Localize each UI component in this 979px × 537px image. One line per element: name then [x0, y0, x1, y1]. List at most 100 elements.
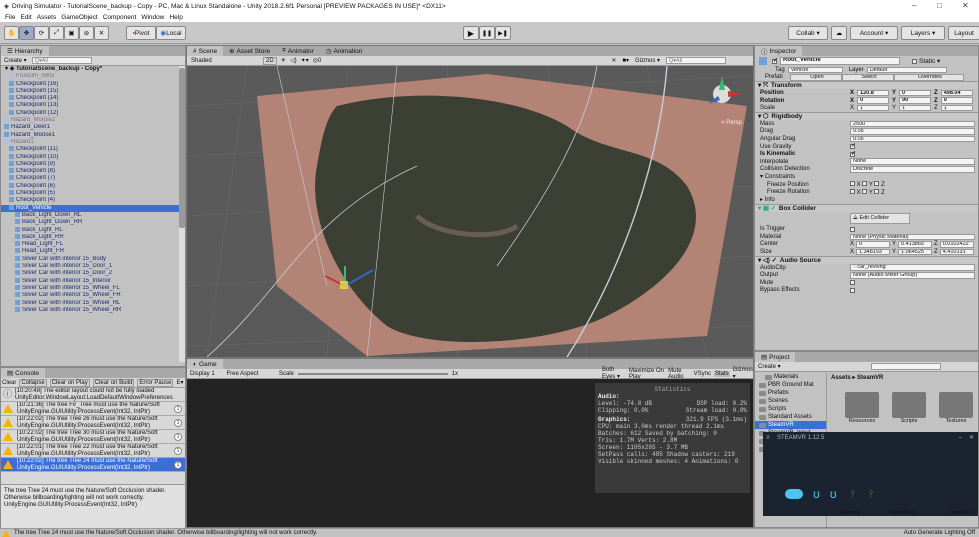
move-tool-button[interactable]: ✥	[19, 26, 34, 40]
both-eyes-dropdown[interactable]: Both Eyes ▾	[602, 367, 626, 380]
menu-gameobject[interactable]: GameObject	[61, 14, 98, 21]
edit-collider-button[interactable]: ⟁ Edit Collider	[850, 213, 910, 224]
number-field[interactable]: 2500	[850, 120, 975, 128]
position-z-field[interactable]: 498.04	[940, 89, 973, 97]
hierarchy-item[interactable]: Head_Light_FR	[1, 248, 185, 255]
hierarchy-create-dropdown[interactable]: Create ▾	[4, 57, 27, 64]
material-field[interactable]: None (Physic Material)	[850, 233, 975, 241]
steamvr-minimize-button[interactable]: –	[959, 435, 962, 441]
tag-dropdown[interactable]: Vehicle	[787, 66, 843, 74]
active-checkbox[interactable]	[772, 57, 778, 64]
constraints-foldout[interactable]: ▾ Constraints	[760, 173, 795, 180]
tab-hierarchy[interactable]: ☰ Hierarchy	[1, 46, 49, 56]
console-entry[interactable]: [10:22:01] The tree Tree 22 must use the…	[1, 444, 185, 458]
static-checkbox[interactable]	[912, 58, 917, 64]
hierarchy-item[interactable]: Silver Car with interior 15_Wheel_FL	[1, 284, 185, 292]
tab-project[interactable]: ▤ Project	[755, 352, 796, 362]
hierarchy-item[interactable]: Back_Light_Down_RR	[1, 219, 185, 226]
layers-dropdown[interactable]: Layers ▾	[901, 26, 945, 40]
hierarchy-item[interactable]: Checkpoint (13)›	[1, 102, 185, 109]
console-error-pause-toggle[interactable]: Error Pause	[137, 378, 174, 387]
scale-z-field[interactable]: 1	[940, 104, 973, 112]
console-entry[interactable]: [10:22:02] The tree Tree 24 must use the…	[1, 458, 185, 472]
info-foldout[interactable]: ▸ Info	[760, 196, 775, 203]
steamvr-menu-icon[interactable]: ≡	[766, 435, 770, 441]
hierarchy-item[interactable]: Silver Car with interior 15_Door_1	[1, 263, 185, 270]
menu-help[interactable]: Help	[169, 14, 182, 21]
scale-slider[interactable]	[297, 372, 448, 375]
rotation-x-field[interactable]: 0	[857, 97, 890, 104]
aspect-dropdown[interactable]: Free Aspect	[226, 371, 278, 377]
tab-scene[interactable]: # Scene	[187, 46, 224, 56]
hierarchy-item[interactable]: Checkpoint (5)›	[1, 190, 185, 197]
folder-scripts[interactable]: Scripts	[892, 392, 926, 424]
menu-assets[interactable]: Assets	[37, 14, 57, 21]
project-search-input[interactable]	[870, 363, 941, 370]
step-button[interactable]: ▶❚	[495, 26, 511, 40]
tab-console[interactable]: ▤ Console	[1, 368, 46, 378]
audioclip-field[interactable]: ♪ car_revving	[850, 264, 975, 271]
hierarchy-item[interactable]: Silver Car with interior 15_Door_2	[1, 270, 185, 277]
prefab-select-button[interactable]: Select	[842, 74, 894, 81]
audio-source-header[interactable]: ▾ ◁) ✓ Audio Source	[755, 255, 978, 264]
hierarchy-item[interactable]: Hazard_Deer1›	[1, 124, 185, 131]
vsync-toggle[interactable]: VSync	[694, 371, 711, 377]
hierarchy-item[interactable]: Checkpoint (6)›	[1, 182, 185, 190]
console-editor-dropdown[interactable]: E▾	[176, 379, 183, 386]
console-clear-on-build-toggle[interactable]: Clear on Build	[92, 378, 135, 387]
transform-tool-button[interactable]: ⊛	[79, 26, 94, 40]
console-clear-button[interactable]: Clear	[2, 380, 16, 386]
center-z-field[interactable]: 0.0102422	[939, 241, 974, 248]
console-clear-on-play-toggle[interactable]: Clear on Play	[49, 378, 90, 387]
hierarchy-item[interactable]: Checkpoint (4)›	[1, 197, 185, 204]
center-y-field[interactable]: 0.413865	[898, 241, 933, 248]
stats-toggle[interactable]: Stats	[713, 370, 730, 377]
bypass-effects-checkbox[interactable]	[850, 287, 855, 293]
hierarchy-item[interactable]: Checkpoint (8)›	[1, 168, 185, 175]
use-gravity-checkbox[interactable]	[850, 142, 856, 150]
local-toggle[interactable]: ◉ Local	[156, 26, 186, 40]
hierarchy-item[interactable]: Head_Light_FL	[1, 241, 185, 248]
mute-checkbox[interactable]	[850, 280, 855, 286]
hierarchy-item[interactable]: Back_Light_Down_RL	[1, 211, 185, 219]
hand-tool-button[interactable]: ✋	[4, 26, 19, 40]
game-gizmos-dropdown[interactable]: Gizmos ▾	[733, 367, 753, 380]
status-message[interactable]: The tree Tree 24 must use the Nature/Sof…	[14, 530, 317, 536]
scale-x-field[interactable]: 1	[857, 104, 890, 112]
tab-animation[interactable]: ◷ Animation	[319, 46, 369, 56]
prefab-overrides-dropdown[interactable]: Overrides	[894, 74, 964, 81]
number-field[interactable]: 0.05	[850, 135, 975, 143]
scene-root[interactable]: ▾ ◈ TutorialScene_backup - Copy*	[1, 66, 185, 73]
size-x-field[interactable]: 1.348193	[856, 248, 891, 256]
hierarchy-item[interactable]: Checkpoint (9)›	[1, 160, 185, 168]
perspective-label[interactable]: < Persp	[721, 120, 743, 126]
project-create-dropdown[interactable]: Create ▾	[758, 363, 781, 370]
audio-toggle-icon[interactable]: ◁)	[290, 57, 297, 64]
custom-tool-button[interactable]: ✕	[94, 26, 109, 40]
scale-tool-button[interactable]: ⤢	[49, 26, 64, 40]
effects-toggle-icon[interactable]: ✦▾	[301, 57, 309, 64]
hierarchy-item[interactable]: Silver Car with interior 15_Interior	[1, 277, 185, 285]
project-folder-item[interactable]: Prefabs	[755, 389, 826, 397]
asset-label[interactable]: SteamVR	[839, 510, 860, 516]
scene-tools-icon[interactable]: ✕	[611, 57, 616, 64]
asset-label[interactable]: SteamVR U...	[889, 510, 920, 516]
position-y-field[interactable]: 0	[899, 89, 932, 97]
console-collapse-toggle[interactable]: Collapse	[19, 378, 47, 387]
close-button[interactable]: ✕	[962, 1, 969, 10]
lighting-status[interactable]: Auto Generate Lighting Off	[904, 530, 975, 536]
console-entry[interactable]: [10:21:36] The tree Fir_Tree must use th…	[1, 402, 185, 416]
hierarchy-item[interactable]: Checkpoint (10)›	[1, 153, 185, 161]
maximize-on-play-toggle[interactable]: Maximize On Play	[629, 368, 665, 380]
2d-toggle[interactable]: 2D	[263, 56, 277, 65]
hierarchy-scrollbar[interactable]	[179, 66, 185, 362]
tab-game[interactable]: ◐ Game	[187, 359, 223, 369]
display-dropdown[interactable]: Display 1	[190, 371, 218, 377]
project-folder-item[interactable]: Standard Assets	[755, 413, 826, 421]
hierarchy-item[interactable]: Back_Light_RL	[1, 226, 185, 234]
steamvr-close-button[interactable]: ✕	[969, 434, 974, 441]
asset-label[interactable]: SteamVR U...	[948, 510, 978, 516]
layout-dropdown[interactable]: Layout	[948, 26, 979, 40]
rigidbody-header[interactable]: ▾ ⬡ Rigidbody	[755, 111, 978, 120]
console-entry[interactable]: [10:22:02] The tree Tree 30 must use the…	[1, 430, 185, 444]
